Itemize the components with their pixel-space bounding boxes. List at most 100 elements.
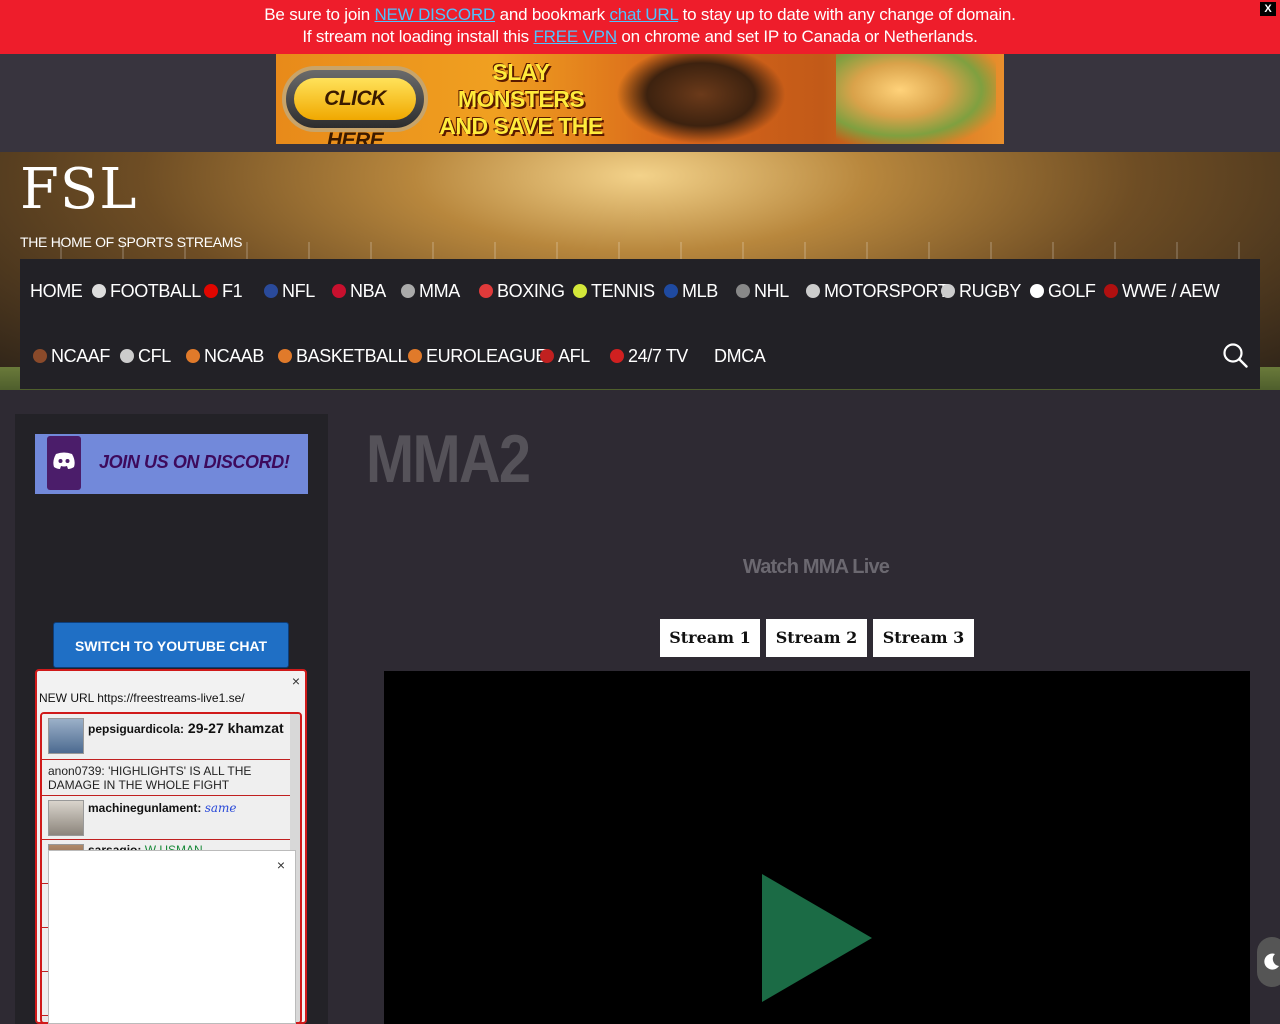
nav-item-label: F1 <box>222 281 243 301</box>
chat-message: anon0739: 'HIGHLIGHTS' IS ALL THE DAMAGE… <box>42 760 292 796</box>
cfl-icon <box>120 349 134 363</box>
nav-item-f1[interactable]: F1 <box>204 281 243 301</box>
chat-text: 29-27 khamzat <box>187 720 284 736</box>
nav-item-nfl[interactable]: NFL <box>264 281 315 301</box>
page-subtitle: Watch MMA Live <box>742 556 890 578</box>
nav-item-mlb[interactable]: MLB <box>664 281 718 301</box>
basketball-icon <box>278 349 292 363</box>
join-discord-button[interactable]: JOIN US ON DISCORD! <box>35 434 308 494</box>
site-title[interactable]: FSL <box>20 160 137 220</box>
soccer-ball-icon <box>92 284 106 298</box>
rugby-ball-icon <box>941 284 955 298</box>
chat-text: same <box>204 801 237 815</box>
american-football-icon <box>33 349 47 363</box>
nav-item-label: HOME <box>30 281 83 301</box>
announcement-text: and bookmark <box>495 5 610 24</box>
close-popup-icon[interactable]: × <box>277 857 285 873</box>
announcement-text: If stream not loading install this <box>302 27 534 46</box>
announcement-text: to stay up to date with any change of do… <box>678 5 1016 24</box>
nav-item-euroleague[interactable]: EUROLEAGUE <box>408 346 547 366</box>
nav-item-afl[interactable]: AFL <box>540 346 590 366</box>
switch-youtube-chat-button[interactable]: SWITCH TO YOUTUBE CHAT <box>53 622 289 668</box>
nav-item-nhl[interactable]: NHL <box>736 281 789 301</box>
announcement-text: Be sure to join <box>264 5 375 24</box>
page-title: MMA2 <box>366 421 531 497</box>
nav-item-nba[interactable]: NBA <box>332 281 386 301</box>
stream-3-button[interactable]: Stream 3 <box>873 619 974 657</box>
discord-logo <box>47 436 81 490</box>
close-announcement-button[interactable]: X <box>1260 2 1276 16</box>
nav-item-mma[interactable]: MMA <box>401 281 460 301</box>
tennis-ball-icon <box>573 284 587 298</box>
f1-icon <box>204 284 218 298</box>
nav-item-label: BASKETBALL <box>296 346 408 366</box>
new-discord-link[interactable]: NEW DISCORD <box>374 5 495 24</box>
nav-item-label: AFL <box>558 346 590 366</box>
basketball-icon <box>186 349 200 363</box>
nav-item-label: CFL <box>138 346 171 366</box>
announcement-bar: Be sure to join NEW DISCORD and bookmark… <box>0 0 1280 54</box>
nav-item-boxing[interactable]: BOXING <box>479 281 565 301</box>
fist-icon <box>401 284 415 298</box>
nhl-icon <box>736 284 750 298</box>
announcement-text: on chrome and set IP to Canada or Nether… <box>616 27 978 46</box>
nav-item-rugby[interactable]: RUGBY <box>941 281 1021 301</box>
chat-message: machinegunlament: same <box>42 796 292 840</box>
nav-item-label: NBA <box>350 281 386 301</box>
ad-banner[interactable]: CLICK HERE SLAY MONSTERS AND SAVE THE GI… <box>276 54 1004 144</box>
search-icon[interactable] <box>1222 342 1248 368</box>
nav-item-label: MLB <box>682 281 718 301</box>
chat-username[interactable]: anon0739: <box>48 764 105 778</box>
mlb-icon <box>664 284 678 298</box>
nav-item-home[interactable]: HOME <box>30 281 83 301</box>
nav-item-football[interactable]: FOOTBALL <box>92 281 201 301</box>
nav-item-basketball[interactable]: BASKETBALL <box>278 346 407 366</box>
nav-item-wwe-aew[interactable]: WWE / AEW <box>1104 281 1220 301</box>
main-navigation <box>20 259 1260 389</box>
nav-item-label: FOOTBALL <box>110 281 201 301</box>
ad-click-button[interactable]: CLICK HERE <box>282 66 428 144</box>
tv-icon <box>610 349 624 363</box>
ad-character-image <box>836 54 996 144</box>
nav-item-label: NHL <box>754 281 789 301</box>
nav-item-label: TENNIS <box>591 281 655 301</box>
basketball-icon <box>408 349 422 363</box>
nav-item-golf[interactable]: GOLF <box>1030 281 1096 301</box>
discord-label: JOIN US ON DISCORD! <box>99 452 290 472</box>
ad-headline: SLAY MONSTERS AND SAVE THE GIRL TODAY! <box>439 59 603 144</box>
chat-notice: NEW URL https://freestreams-live1.se/ <box>39 691 245 705</box>
nav-item-tennis[interactable]: TENNIS <box>573 281 655 301</box>
stream-1-button[interactable]: Stream 1 <box>660 619 760 657</box>
chat-username[interactable]: machinegunlament: <box>88 801 201 815</box>
nav-item-label: NCAAF <box>51 346 111 366</box>
nav-item-label: NCAAB <box>204 346 265 366</box>
avatar <box>48 800 84 836</box>
nav-item-ncaab[interactable]: NCAAB <box>186 346 264 366</box>
nav-item-label: RUGBY <box>959 281 1022 301</box>
play-icon[interactable] <box>762 874 874 1002</box>
nav-item-ncaaf[interactable]: NCAAF <box>33 346 110 366</box>
nav-item-label: DMCA <box>714 346 766 366</box>
stream-2-button[interactable]: Stream 2 <box>766 619 867 657</box>
video-player[interactable] <box>384 671 1250 1024</box>
dark-mode-toggle[interactable] <box>1257 937 1280 987</box>
chat-username[interactable]: pepsiguardicola: <box>88 722 184 736</box>
popup-overlay: × <box>48 850 296 1024</box>
site-tagline: THE HOME OF SPORTS STREAMS <box>20 234 243 250</box>
golf-ball-icon <box>1030 284 1044 298</box>
nav-item-motorsport[interactable]: MOTORSPORT <box>806 281 949 301</box>
discord-icon <box>53 452 75 469</box>
chat-url-link[interactable]: chat URL <box>609 5 678 24</box>
moon-icon <box>1264 953 1279 970</box>
chat-message: pepsiguardicola: 29-27 khamzat <box>42 714 292 760</box>
nav-item-cfl[interactable]: CFL <box>120 346 171 366</box>
afl-icon <box>540 349 554 363</box>
nav-item-dmca[interactable]: DMCA <box>714 346 766 366</box>
close-chat-icon[interactable]: × <box>292 673 300 689</box>
nav-item-label: BOXING <box>497 281 565 301</box>
nav-item-label: EUROLEAGUE <box>426 346 548 366</box>
free-vpn-link[interactable]: FREE VPN <box>533 27 617 46</box>
nav-item-24-7-tv[interactable]: 24/7 TV <box>610 346 688 366</box>
ad-monster-image <box>616 54 786 144</box>
nav-item-label: NFL <box>282 281 315 301</box>
